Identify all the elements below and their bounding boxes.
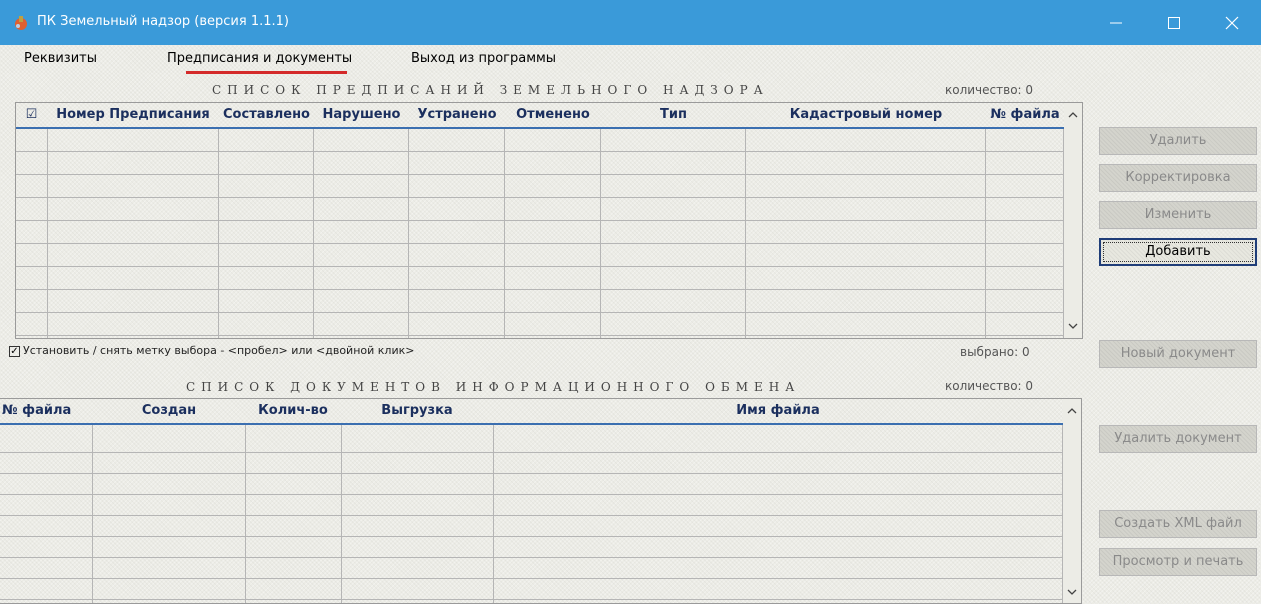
edit-button[interactable]: Изменить <box>1099 201 1257 229</box>
col-type[interactable]: Тип <box>601 103 746 127</box>
maximize-icon <box>1168 17 1180 29</box>
window-title: ПК Земельный надзор (версия 1.1.1) <box>37 14 289 29</box>
col-prescription-number[interactable]: Номер Предписания <box>48 103 218 127</box>
close-icon <box>1225 16 1239 30</box>
scroll-down-icon[interactable] <box>1066 586 1078 598</box>
menu-bar: Реквизиты Предписания и документы Выход … <box>0 45 1261 73</box>
col-composed[interactable]: Составлено <box>219 103 314 127</box>
col-doc-export[interactable]: Выгрузка <box>341 399 493 423</box>
col-cadastral-number[interactable]: Кадастровый номер <box>746 103 986 127</box>
minimize-button[interactable] <box>1087 0 1145 45</box>
documents-scrollbar[interactable] <box>1063 399 1081 603</box>
prescriptions-table[interactable]: ☑ Номер Предписания Составлено Нарушено … <box>15 102 1083 339</box>
scroll-up-icon[interactable] <box>1066 405 1078 417</box>
minimize-icon <box>1110 22 1122 24</box>
title-bar: ПК Земельный надзор (версия 1.1.1) <box>0 0 1261 45</box>
col-file-number[interactable]: № файла <box>986 103 1064 127</box>
new-document-button[interactable]: Новый документ <box>1099 340 1257 368</box>
delete-document-button[interactable]: Удалить документ <box>1099 425 1257 453</box>
active-menu-indicator <box>186 71 347 74</box>
prescriptions-table-header: ☑ Номер Предписания Составлено Нарушено … <box>16 103 1064 129</box>
menu-exit[interactable]: Выход из программы <box>411 50 556 68</box>
preview-print-button[interactable]: Просмотр и печать <box>1099 548 1257 576</box>
maximize-button[interactable] <box>1145 0 1203 45</box>
col-doc-file-number[interactable]: № файла <box>0 399 94 423</box>
create-xml-button[interactable]: Создать XML файл <box>1099 510 1257 538</box>
select-all-checkbox-icon[interactable]: ☑ <box>16 103 47 127</box>
menu-requisites[interactable]: Реквизиты <box>24 50 97 68</box>
menu-prescriptions-documents[interactable]: Предписания и документы <box>167 50 352 68</box>
correction-button[interactable]: Корректировка <box>1099 164 1257 192</box>
prescriptions-title: СПИСОК ПРЕДПИСАНИЙ ЗЕМЕЛЬНОГО НАДЗОРА <box>212 83 769 97</box>
documents-count: количество: 0 <box>945 379 1034 393</box>
checkbox-hint-icon: ✓ <box>9 346 20 357</box>
col-violated[interactable]: Нарушено <box>314 103 409 127</box>
col-doc-created[interactable]: Создан <box>93 399 245 423</box>
documents-table-header: № файла Создан Колич-во Выгрузка Имя фай… <box>0 399 1063 425</box>
close-button[interactable] <box>1203 0 1261 45</box>
col-doc-quantity[interactable]: Колич-во <box>245 399 341 423</box>
documents-table[interactable]: № файла Создан Колич-во Выгрузка Имя фай… <box>0 398 1082 604</box>
col-doc-filename[interactable]: Имя файла <box>493 399 1063 423</box>
col-cancelled[interactable]: Отменено <box>505 103 601 127</box>
scroll-up-icon[interactable] <box>1067 109 1079 121</box>
add-button[interactable]: Добавить <box>1099 238 1257 266</box>
selected-count: выбрано: 0 <box>960 345 1030 359</box>
selection-hint: Установить / снять метку выбора - <пробе… <box>23 344 415 357</box>
prescriptions-scrollbar[interactable] <box>1064 103 1082 338</box>
documents-title: СПИСОК ДОКУМЕНТОВ ИНФОРМАЦИОННОГО ОБМЕНА <box>186 380 801 394</box>
prescriptions-count: количество: 0 <box>945 83 1034 97</box>
focus-ring <box>1103 242 1253 262</box>
delete-button[interactable]: Удалить <box>1099 127 1257 155</box>
scroll-down-icon[interactable] <box>1067 320 1079 332</box>
col-eliminated[interactable]: Устранено <box>409 103 505 127</box>
app-icon <box>15 16 27 30</box>
